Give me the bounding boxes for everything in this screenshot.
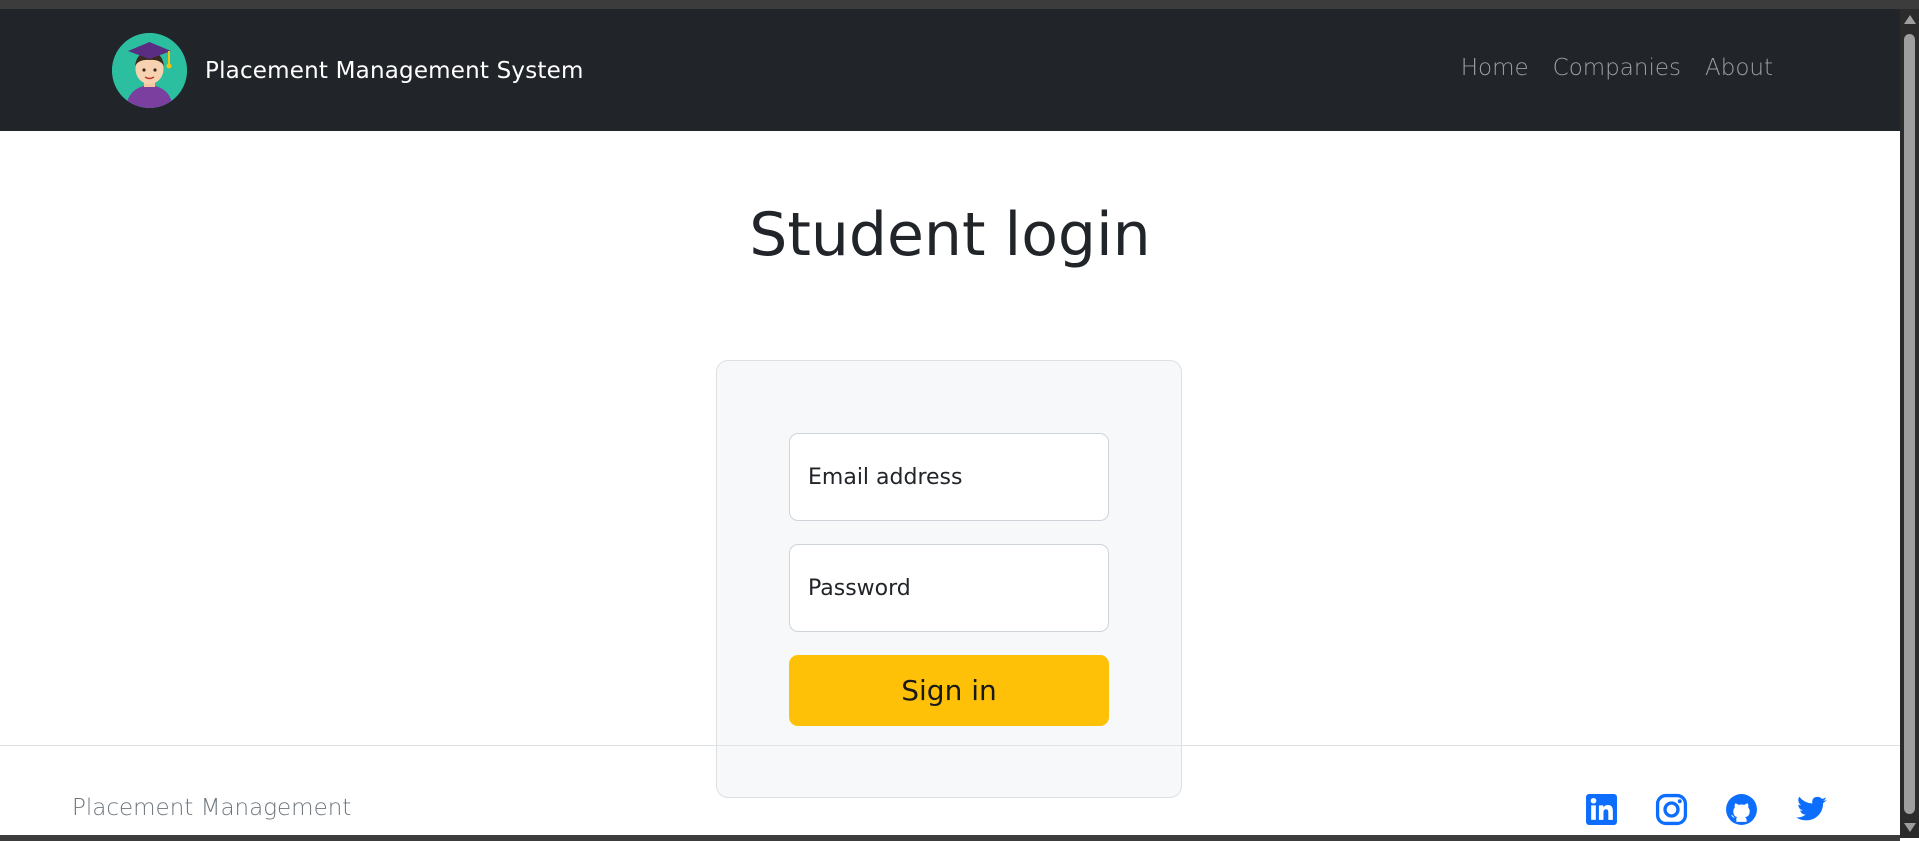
nav-link-home[interactable]: Home [1461,55,1529,81]
github-icon[interactable] [1725,793,1758,826]
navbar-brand[interactable]: Placement Management System [112,33,584,108]
instagram-icon[interactable] [1655,793,1688,826]
navbar: Placement Management System Home Compani… [0,9,1900,131]
password-field[interactable] [789,544,1109,632]
footer-brand: Placement Management [72,795,352,821]
linkedin-icon[interactable] [1585,793,1618,826]
vertical-scrollbar[interactable] [1900,9,1919,838]
sign-in-button[interactable]: Sign in [789,655,1109,726]
scroll-down-arrow-icon[interactable] [1904,823,1916,832]
page-title: Student login [749,200,1151,270]
scrollbar-thumb[interactable] [1904,34,1915,814]
nav-link-about[interactable]: About [1705,55,1773,81]
twitter-icon[interactable] [1795,793,1828,826]
login-card: Sign in [716,360,1182,798]
scroll-up-arrow-icon[interactable] [1904,15,1916,24]
social-links [1585,793,1828,826]
nav-links: Home Companies About [1461,55,1773,81]
student-avatar-logo [112,33,187,108]
student-avatar-icon [112,33,187,108]
nav-link-companies[interactable]: Companies [1553,55,1681,81]
brand-title: Placement Management System [205,57,584,84]
window-top-strip [0,0,1919,9]
email-field[interactable] [789,433,1109,521]
window-bottom-strip [0,835,1900,841]
